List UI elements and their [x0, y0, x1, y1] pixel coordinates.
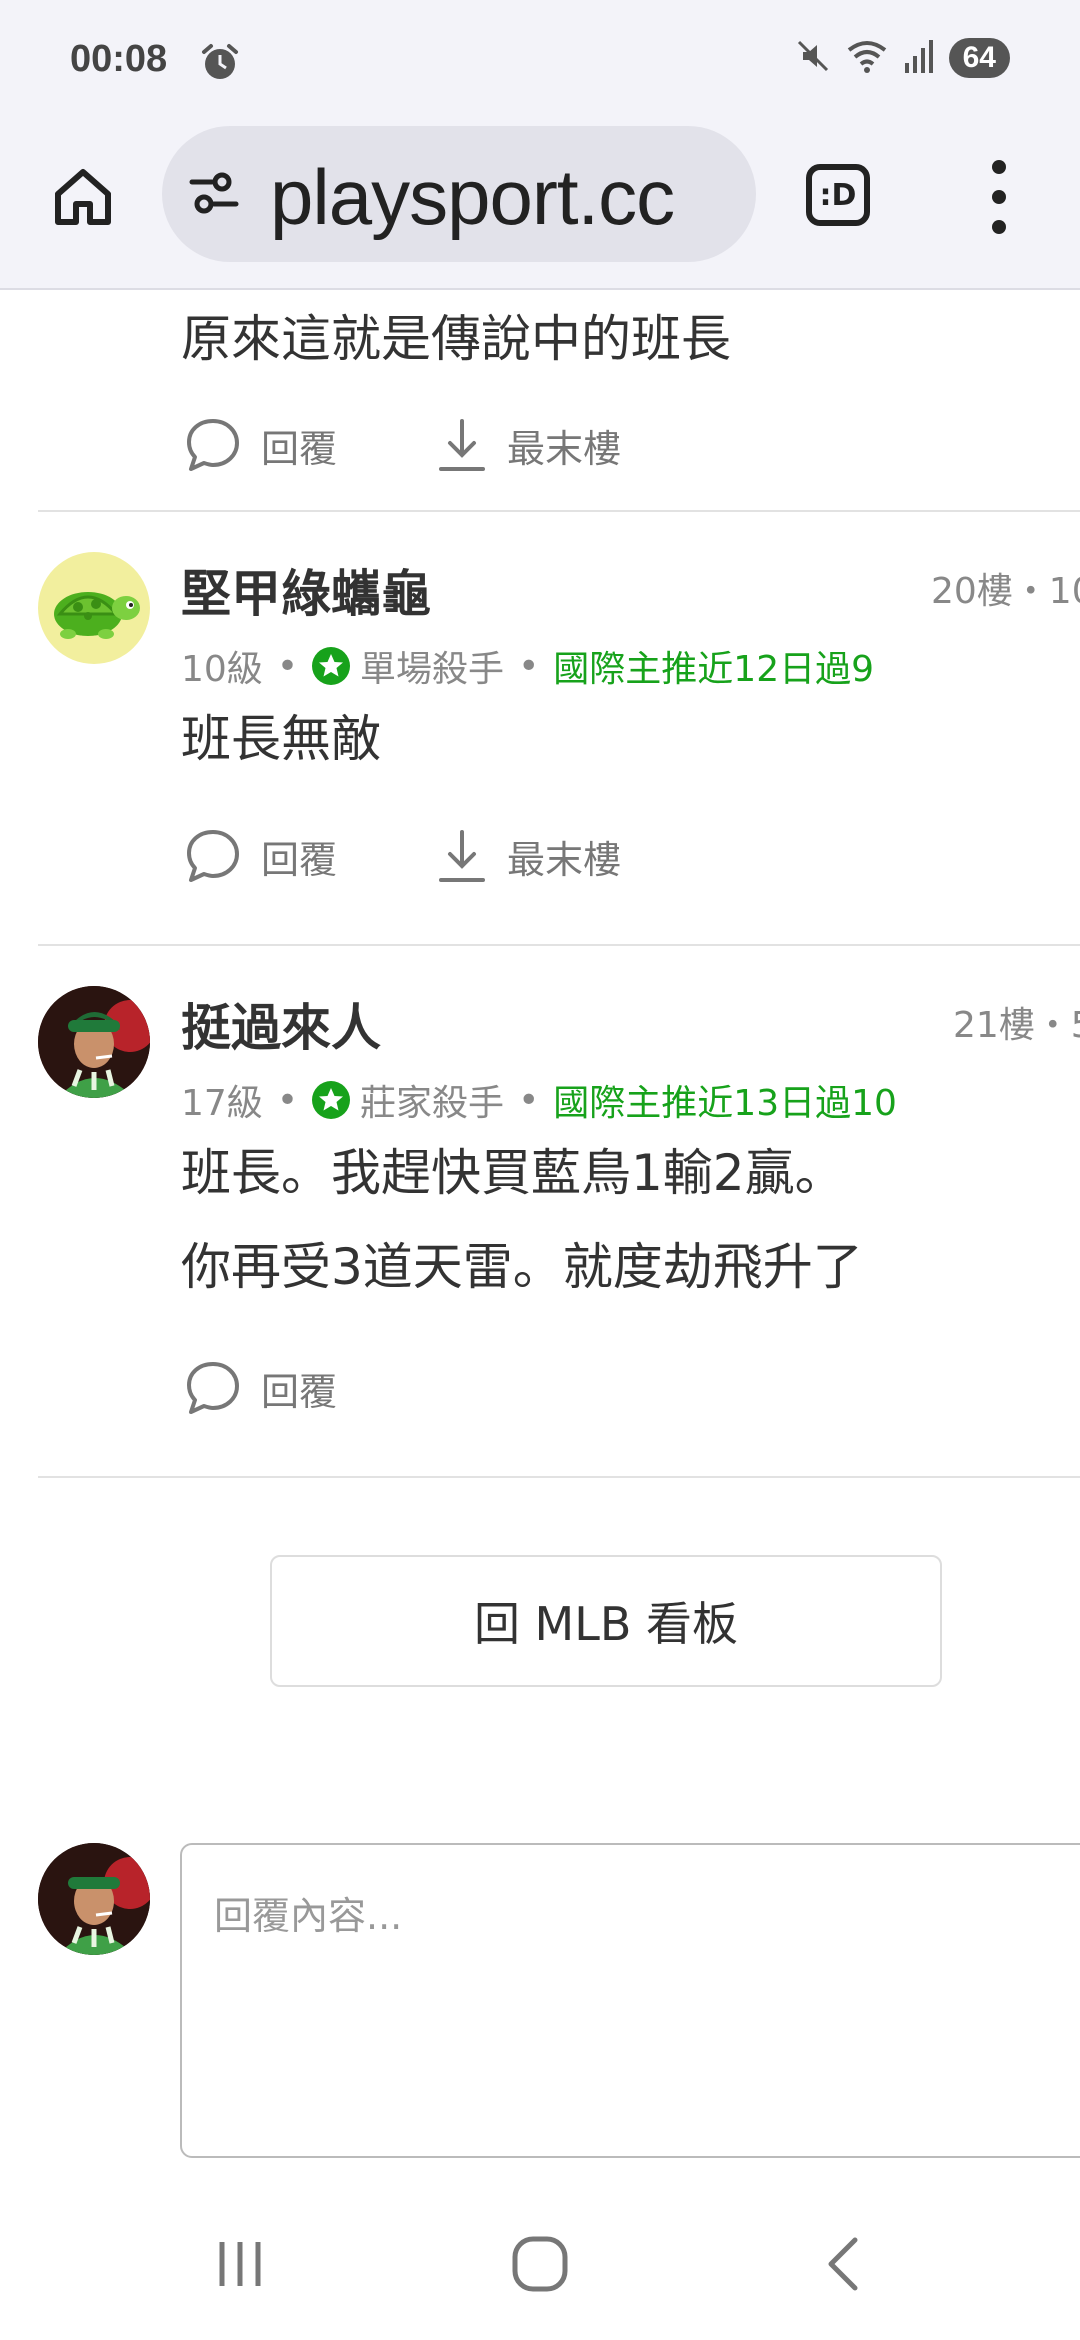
star-badge-icon: [312, 1081, 351, 1119]
tab-switcher-button[interactable]: :D: [806, 164, 870, 226]
comment-text-line: 班長。我趕快買藍鳥1輸2贏。: [181, 1144, 845, 1202]
home-icon: [55, 169, 111, 225]
user-level: 10級: [181, 649, 263, 690]
user-photo-icon: [38, 1843, 150, 1955]
last-floor-label: 最末樓: [507, 837, 622, 882]
battery-indicator: 64: [948, 38, 1010, 78]
author-name[interactable]: 挺過來人: [181, 988, 381, 1060]
more-menu-icon[interactable]: [984, 160, 1014, 234]
system-nav-bar: [0, 2200, 1080, 2340]
user-meta: 10級 • 單場殺手 • 國際主推近12日過9: [181, 640, 874, 692]
chat-bubble-icon: [187, 830, 239, 882]
comment-actions: 回覆: [185, 1360, 337, 1416]
user-photo-icon: [38, 986, 150, 1098]
comment-text: 班長無敵: [181, 710, 381, 768]
recent-apps-icon[interactable]: [210, 2234, 270, 2298]
user-badge: 莊家殺手: [360, 1083, 505, 1124]
user-record[interactable]: 國際主推近13日過10: [553, 1074, 897, 1126]
url-text[interactable]: playsport.cc: [270, 152, 675, 243]
floor-number: 21樓・5: [953, 1005, 1080, 1046]
chat-bubble-icon: [187, 1362, 239, 1414]
user-meta: 17級 • 莊家殺手 • 國際主推近13日過10: [181, 1074, 897, 1126]
home-nav-icon[interactable]: [510, 2234, 570, 2298]
download-arrow-icon: [439, 419, 486, 471]
reply-label: 回覆: [261, 837, 338, 882]
back-nav-icon[interactable]: [815, 2234, 875, 2298]
user-badge: 單場殺手: [360, 649, 505, 690]
current-user-avatar: [38, 1843, 150, 1955]
alarm-icon: [200, 42, 240, 86]
home-button[interactable]: [48, 162, 118, 232]
address-bar[interactable]: playsport.cc: [162, 126, 756, 262]
author-name[interactable]: 堅甲綠蠵龜: [181, 554, 431, 626]
last-floor-button[interactable]: 最末樓: [437, 828, 621, 884]
signal-icon: [903, 39, 935, 77]
last-floor-button[interactable]: 最末樓: [437, 417, 621, 473]
download-arrow-icon: [439, 830, 486, 882]
comment-text: 原來這就是傳說中的班長: [181, 310, 731, 368]
reply-label: 回覆: [261, 1369, 338, 1414]
comment-item: 原來這就是傳說中的班長 回覆 最末樓: [38, 292, 1080, 512]
reply-button[interactable]: 回覆: [185, 1360, 337, 1416]
wifi-icon: [845, 38, 889, 78]
status-bar: 00:08 64: [0, 0, 1080, 120]
user-level: 17級: [181, 1083, 263, 1124]
comment-list: 原來這就是傳說中的班長 回覆 最末樓 堅甲綠蠵龜 20樓・10 10級 • 單場…: [0, 292, 1080, 2222]
chat-bubble-icon: [187, 419, 239, 471]
star-badge-icon: [312, 647, 351, 685]
avatar[interactable]: [38, 986, 150, 1098]
browser-toolbar: playsport.cc :D: [0, 120, 1080, 290]
floor-number: 20樓・10: [931, 571, 1080, 612]
status-time: 00:08: [70, 38, 168, 80]
user-record[interactable]: 國際主推近12日過9: [553, 640, 874, 692]
back-to-board-button[interactable]: 回 MLB 看板: [270, 1555, 942, 1687]
reply-label: 回覆: [261, 426, 338, 471]
comment-text-line: 你再受3道天雷。就度劫飛升了: [181, 1238, 863, 1296]
comment-actions: 回覆 最末樓: [185, 417, 621, 473]
site-settings-icon[interactable]: [186, 166, 242, 226]
reply-button[interactable]: 回覆: [185, 417, 337, 473]
status-icons: 64: [795, 38, 1010, 78]
reply-button[interactable]: 回覆: [185, 828, 337, 884]
last-floor-label: 最末樓: [507, 426, 622, 471]
turtle-icon: [54, 592, 140, 639]
reply-textarea[interactable]: 回覆內容...: [180, 1843, 1080, 2158]
comment-actions: 回覆 最末樓: [185, 828, 621, 884]
mute-icon: [795, 38, 831, 78]
reply-placeholder: 回覆內容...: [214, 1894, 403, 1938]
avatar[interactable]: [38, 552, 150, 664]
comment-item: 堅甲綠蠵龜 20樓・10 10級 • 單場殺手 • 國際主推近12日過9 班長無…: [38, 512, 1080, 946]
comment-item: 挺過來人 21樓・5 17級 • 莊家殺手 • 國際主推近13日過10 班長。我…: [38, 946, 1080, 1478]
